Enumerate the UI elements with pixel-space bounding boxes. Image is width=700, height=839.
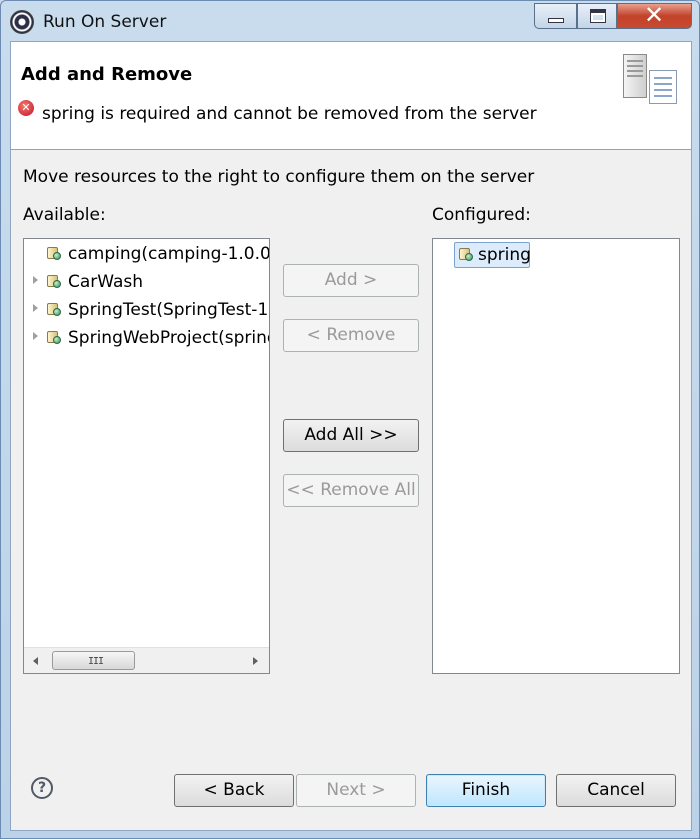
add-button[interactable]: Add > bbox=[283, 264, 419, 297]
expand-arrow-icon[interactable] bbox=[33, 332, 38, 340]
maximize-button[interactable] bbox=[577, 3, 617, 29]
window-frame: Run On Server ✕ Add and Remove ✕ spring … bbox=[0, 0, 700, 839]
scroll-thumb[interactable]: III bbox=[52, 651, 135, 670]
list-item-label: SpringTest(SpringTest-1.( bbox=[68, 300, 270, 320]
scroll-grip: III bbox=[88, 656, 104, 667]
server-icon bbox=[623, 52, 679, 110]
web-project-icon bbox=[47, 245, 61, 261]
add-button-label: Add > bbox=[324, 270, 378, 290]
dialog-body: Add and Remove ✕ spring is required and … bbox=[10, 41, 692, 831]
error-message: spring is required and cannot be removed… bbox=[42, 104, 537, 124]
horizontal-scrollbar[interactable]: III bbox=[24, 647, 269, 673]
web-project-icon bbox=[47, 273, 61, 289]
add-all-button-label: Add All >> bbox=[304, 425, 398, 445]
remove-all-button-label: << Remove All bbox=[286, 480, 416, 500]
configured-list[interactable]: spring bbox=[432, 238, 680, 674]
list-item-label: CarWash bbox=[68, 272, 144, 292]
eclipse-gear-icon bbox=[10, 10, 34, 34]
window-title: Run On Server bbox=[43, 12, 167, 32]
remove-button-label: < Remove bbox=[306, 325, 396, 345]
list-item-label: camping(camping-1.0.0-I bbox=[68, 244, 270, 264]
cancel-button-label: Cancel bbox=[587, 780, 645, 800]
wizard-header: Add and Remove ✕ spring is required and … bbox=[11, 42, 691, 150]
back-button[interactable]: < Back bbox=[174, 774, 294, 807]
remove-all-button[interactable]: << Remove All bbox=[283, 474, 419, 507]
list-item[interactable]: SpringTest(SpringTest-1.( bbox=[24, 298, 269, 324]
list-item-selected[interactable]: spring bbox=[454, 242, 531, 268]
instruction-text: Move resources to the right to configure… bbox=[23, 167, 535, 187]
available-list[interactable]: camping(camping-1.0.0-I CarWash SpringTe… bbox=[23, 238, 270, 674]
list-item[interactable]: SpringWebProject(spring bbox=[24, 326, 269, 352]
minimize-button[interactable] bbox=[534, 3, 577, 29]
scroll-right-icon[interactable] bbox=[253, 657, 258, 665]
error-icon: ✕ bbox=[18, 100, 34, 116]
finish-button-label: Finish bbox=[461, 780, 511, 800]
server-box bbox=[623, 54, 647, 98]
expand-arrow-icon[interactable] bbox=[33, 304, 38, 312]
configured-label: Configured: bbox=[432, 205, 531, 225]
maximize-icon bbox=[590, 9, 606, 23]
finish-button[interactable]: Finish bbox=[426, 774, 546, 807]
cancel-button[interactable]: Cancel bbox=[556, 774, 676, 807]
help-button[interactable]: ? bbox=[31, 777, 53, 799]
document-icon bbox=[649, 70, 677, 104]
scroll-left-icon[interactable] bbox=[33, 657, 38, 665]
web-project-icon bbox=[47, 301, 61, 317]
back-button-label: < Back bbox=[203, 780, 265, 800]
next-button[interactable]: Next > bbox=[296, 774, 416, 807]
list-item-label: spring bbox=[478, 245, 531, 265]
close-button[interactable]: ✕ bbox=[617, 1, 692, 29]
list-item[interactable]: CarWash bbox=[24, 270, 269, 296]
list-item[interactable]: camping(camping-1.0.0-I bbox=[24, 242, 269, 268]
title-bar[interactable]: Run On Server ✕ bbox=[1, 1, 700, 41]
add-all-button[interactable]: Add All >> bbox=[283, 419, 419, 452]
close-icon: ✕ bbox=[644, 1, 665, 29]
minimize-icon bbox=[548, 18, 564, 23]
list-item-label: SpringWebProject(spring bbox=[68, 328, 270, 348]
next-button-label: Next > bbox=[326, 780, 386, 800]
available-label: Available: bbox=[23, 205, 106, 225]
remove-button[interactable]: < Remove bbox=[283, 319, 419, 352]
page-title: Add and Remove bbox=[21, 64, 193, 85]
web-project-icon bbox=[459, 246, 473, 262]
web-project-icon bbox=[47, 329, 61, 345]
expand-arrow-icon[interactable] bbox=[33, 276, 38, 284]
